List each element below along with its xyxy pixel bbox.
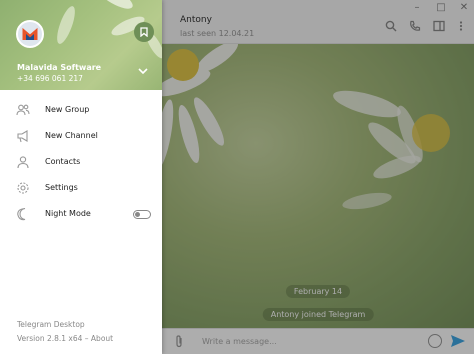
menu-item-new-channel[interactable]: New Channel: [0, 123, 162, 149]
avatar[interactable]: [16, 20, 44, 48]
minimize-button[interactable]: –: [410, 2, 424, 13]
account-phone: +34 696 061 217: [17, 74, 83, 83]
maximize-button[interactable]: □: [434, 2, 448, 13]
gear-icon: [17, 182, 29, 194]
menu-cover: Malavida Software +34 696 061 217: [0, 0, 162, 90]
menu-item-label: New Group: [45, 105, 90, 114]
menu-item-label: Contacts: [45, 157, 81, 166]
menu-item-label: Night Mode: [45, 209, 91, 218]
main-menu: Malavida Software +34 696 061 217 New Gr…: [0, 0, 162, 354]
saved-messages-button[interactable]: [134, 22, 154, 42]
menu-item-new-group[interactable]: New Group: [0, 97, 162, 123]
close-button[interactable]: ✕: [457, 2, 471, 13]
footer-app-name: Telegram Desktop: [17, 320, 85, 329]
menu-item-night-mode[interactable]: Night Mode: [0, 201, 162, 227]
toggle-knob: [135, 211, 140, 217]
bookmark-icon: [140, 27, 148, 37]
group-icon: [16, 104, 30, 116]
person-icon: [17, 156, 29, 169]
menu-item-settings[interactable]: Settings: [0, 175, 162, 201]
megaphone-icon: [17, 130, 28, 143]
menu-item-label: New Channel: [45, 131, 98, 140]
account-name: Malavida Software: [17, 63, 102, 72]
menu-items: New Group New Channel Contacts Settings …: [0, 97, 162, 227]
moon-icon: [17, 207, 26, 221]
menu-item-label: Settings: [45, 183, 78, 192]
menu-item-contacts[interactable]: Contacts: [0, 149, 162, 175]
night-mode-toggle[interactable]: [133, 210, 151, 219]
footer-version[interactable]: Version 2.8.1 x64 – About: [17, 334, 113, 343]
chevron-down-icon[interactable]: [138, 66, 148, 76]
